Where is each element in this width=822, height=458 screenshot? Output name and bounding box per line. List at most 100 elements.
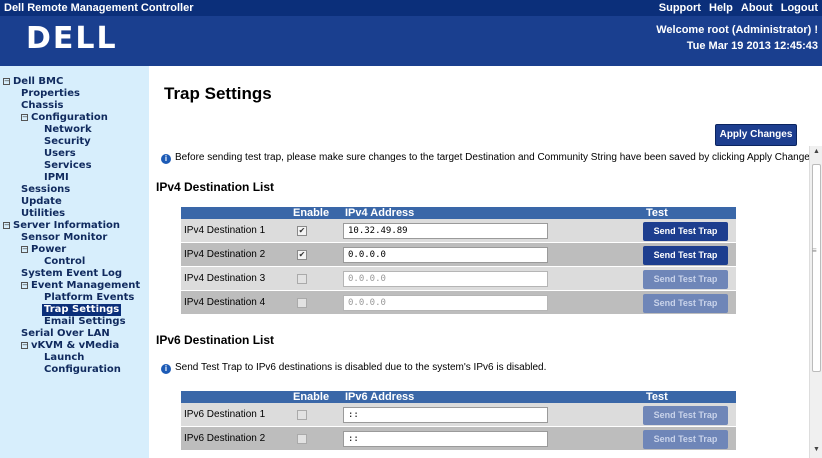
sidebar-item-services[interactable]: Services [44, 160, 92, 172]
collapse-icon[interactable]: − [3, 78, 10, 85]
row-label: IPv4 Destination 3 [184, 273, 266, 284]
sidebar-item-security[interactable]: Security [44, 136, 91, 148]
column-header-address: IPv6 Address [345, 391, 415, 403]
sidebar-item-ipmi[interactable]: IPMI [44, 172, 69, 184]
about-link[interactable]: About [741, 2, 773, 14]
info-icon: i [161, 154, 171, 164]
enable-checkbox[interactable]: ✔ [297, 226, 307, 236]
ipv4-heading: IPv4 Destination List [156, 180, 275, 194]
ipv4-address-input[interactable]: 10.32.49.89 [343, 223, 548, 239]
enable-checkbox[interactable] [297, 298, 307, 308]
collapse-icon[interactable]: − [3, 222, 10, 229]
ipv6-heading: IPv6 Destination List [156, 333, 275, 347]
column-header-test: Test [646, 391, 668, 403]
datetime-text: Tue Mar 19 2013 12:45:43 [686, 40, 818, 52]
info-note: i Before sending test trap, please make s… [161, 152, 818, 164]
table-header: Enable IPv4 Address Test [181, 207, 736, 219]
sidebar-item-chassis[interactable]: Chassis [21, 100, 64, 112]
row-label: IPv4 Destination 4 [184, 297, 266, 308]
row-label: IPv4 Destination 2 [184, 249, 266, 260]
vertical-scrollbar[interactable]: ▲ ≡ ▼ [809, 146, 822, 458]
send-test-trap-button[interactable]: Send Test Trap [643, 430, 728, 449]
scroll-up-icon[interactable]: ▲ [813, 148, 820, 155]
column-header-address: IPv4 Address [345, 207, 415, 219]
grip-icon: ≡ [812, 246, 817, 255]
sidebar-item-configuration[interactable]: − Configuration [21, 112, 108, 124]
sidebar-item-server-information[interactable]: − Server Information [3, 220, 120, 232]
table-row: IPv4 Destination 4 0.0.0.0 Send Test Tra… [181, 291, 736, 315]
sidebar-item-label: Event Management [31, 280, 141, 291]
send-test-trap-button[interactable]: Send Test Trap [643, 222, 728, 241]
send-test-trap-button[interactable]: Send Test Trap [643, 406, 728, 425]
sidebar-item-network[interactable]: Network [44, 124, 92, 136]
sidebar-item-vkvm-vmedia[interactable]: − vKVM & vMedia [21, 340, 119, 352]
column-header-enable: Enable [293, 207, 330, 219]
collapse-icon[interactable]: − [21, 342, 28, 349]
sidebar-item-label: Dell BMC [13, 76, 64, 87]
sidebar-item-power[interactable]: − Power [21, 244, 66, 256]
sidebar-item-platform-events[interactable]: Platform Events [44, 292, 134, 304]
send-test-trap-button[interactable]: Send Test Trap [643, 246, 728, 265]
ipv4-address-input[interactable]: 0.0.0.0 [343, 247, 548, 263]
sidebar-item-label: Server Information [13, 220, 120, 231]
table-row: IPv4 Destination 1 ✔ 10.32.49.89 Send Te… [181, 219, 736, 243]
sidebar-item-users[interactable]: Users [44, 148, 76, 160]
sidebar-item-serial-over-lan[interactable]: Serial Over LAN [21, 328, 110, 340]
header-banner: DELL Welcome root (Administrator) ! Tue … [0, 16, 822, 66]
ipv6-table: Enable IPv6 Address Test IPv6 Destinatio… [181, 391, 736, 451]
sidebar-item-utilities[interactable]: Utilities [21, 208, 65, 220]
ipv4-address-input[interactable]: 0.0.0.0 [343, 295, 548, 311]
collapse-icon[interactable]: − [21, 282, 28, 289]
sidebar-item-launch[interactable]: Launch [44, 352, 84, 364]
enable-checkbox[interactable]: ✔ [297, 250, 307, 260]
enable-checkbox[interactable] [297, 410, 307, 420]
sidebar-item-sensor-monitor[interactable]: Sensor Monitor [21, 232, 107, 244]
enable-checkbox[interactable] [297, 274, 307, 284]
ipv4-address-input[interactable]: 0.0.0.0 [343, 271, 548, 287]
top-bar: Dell Remote Management Controller Suppor… [0, 0, 822, 16]
info-note-text: Before sending test trap, please make su… [175, 152, 818, 163]
sidebar-item-sessions[interactable]: Sessions [21, 184, 70, 196]
sidebar-item-properties[interactable]: Properties [21, 88, 80, 100]
enable-checkbox[interactable] [297, 434, 307, 444]
app-title: Dell Remote Management Controller [4, 2, 194, 14]
ipv6-address-input[interactable]: :: [343, 407, 548, 423]
sidebar-item-event-management[interactable]: − Event Management [21, 280, 140, 292]
table-row: IPv4 Destination 2 ✔ 0.0.0.0 Send Test T… [181, 243, 736, 267]
row-label: IPv6 Destination 1 [184, 409, 266, 420]
ipv6-address-input[interactable]: :: [343, 431, 548, 447]
ipv6-note-text: Send Test Trap to IPv6 destinations is d… [175, 362, 547, 373]
table-row: IPv4 Destination 3 0.0.0.0 Send Test Tra… [181, 267, 736, 291]
sidebar-item-vkvm-configuration[interactable]: Configuration [44, 364, 121, 376]
send-test-trap-button[interactable]: Send Test Trap [643, 270, 728, 289]
sidebar-item-label: vKVM & vMedia [31, 340, 120, 351]
sidebar-nav: − Dell BMC Properties Chassis − Configurat… [0, 66, 149, 458]
support-link[interactable]: Support [659, 2, 701, 14]
sidebar-item-email-settings[interactable]: Email Settings [44, 316, 126, 328]
column-header-test: Test [646, 207, 668, 219]
sidebar-item-control[interactable]: Control [44, 256, 85, 268]
send-test-trap-button[interactable]: Send Test Trap [643, 294, 728, 313]
sidebar-item-system-event-log[interactable]: System Event Log [21, 268, 122, 280]
scroll-down-icon[interactable]: ▼ [813, 446, 820, 453]
collapse-icon[interactable]: − [21, 246, 28, 253]
apply-changes-button[interactable]: Apply Changes [715, 124, 797, 146]
table-row: IPv6 Destination 2 :: Send Test Trap [181, 427, 736, 451]
dell-logo: DELL [26, 21, 118, 56]
help-link[interactable]: Help [709, 2, 733, 14]
ipv6-note: i Send Test Trap to IPv6 destinations is … [161, 362, 546, 374]
sidebar-item-update[interactable]: Update [21, 196, 62, 208]
row-label: IPv6 Destination 2 [184, 433, 266, 444]
collapse-icon[interactable]: − [21, 114, 28, 121]
sidebar-item-label: Power [31, 244, 67, 255]
scrollbar-thumb[interactable] [812, 164, 821, 372]
sidebar-item-label: Configuration [31, 112, 108, 123]
ipv4-table: Enable IPv4 Address Test IPv4 Destinatio… [181, 207, 736, 315]
logout-link[interactable]: Logout [781, 2, 818, 14]
page-title: Trap Settings [164, 84, 272, 103]
top-links: Support Help About Logout [654, 2, 818, 14]
sidebar-item-trap-settings[interactable]: Trap Settings [42, 304, 122, 316]
table-row: IPv6 Destination 1 :: Send Test Trap [181, 403, 736, 427]
sidebar-item-dell-bmc[interactable]: − Dell BMC [3, 76, 63, 88]
column-header-enable: Enable [293, 391, 330, 403]
